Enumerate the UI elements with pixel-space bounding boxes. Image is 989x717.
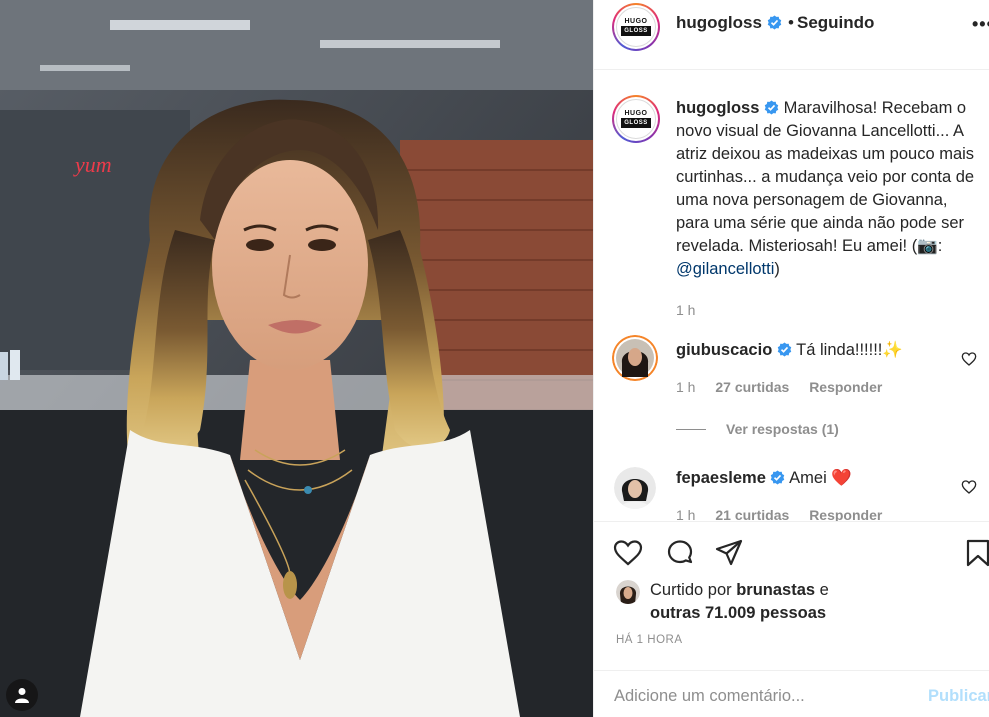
post-photo[interactable]: yum — [0, 0, 593, 717]
caption-text-end: ) — [774, 260, 780, 278]
likes-middle: e — [815, 581, 829, 599]
reply-button[interactable]: Responder — [809, 507, 882, 521]
hugo-gloss-logo: HUGO GLOSS — [616, 7, 656, 47]
caption-username[interactable]: hugogloss — [676, 99, 759, 117]
post-actions: Curtido por brunastas e outras 71.009 pe… — [594, 521, 989, 717]
following-button[interactable]: Seguindo — [797, 13, 874, 33]
comment-likes-count[interactable]: 21 curtidas — [715, 507, 789, 521]
user-tag-icon — [15, 688, 29, 703]
post-timestamp[interactable]: HÁ 1 HORA — [616, 634, 683, 646]
liker-photo — [616, 580, 640, 604]
commenter-photo — [614, 467, 656, 509]
view-replies-button[interactable]: Ver respostas (1) — [676, 421, 839, 437]
replies-divider — [676, 428, 706, 430]
commenter-photo — [612, 335, 658, 381]
hugo-gloss-logo-small: HUGO GLOSS — [616, 99, 656, 139]
caption-mention-link[interactable]: @gilancellotti — [676, 260, 774, 278]
bookmark-icon[interactable] — [964, 537, 989, 569]
comment-icon[interactable] — [664, 537, 696, 569]
more-options-button[interactable]: ••• — [972, 14, 989, 35]
comments-list[interactable]: HUGO GLOSS hugogloss Maravilhosa! Receba… — [594, 71, 989, 521]
commenter-avatar[interactable] — [614, 467, 656, 509]
liker-username[interactable]: brunastas — [736, 581, 815, 599]
post-caption: hugogloss Maravilhosa! Recebam o novo vi… — [676, 97, 976, 322]
heart-icon[interactable] — [612, 537, 644, 569]
verified-icon — [771, 470, 785, 485]
author-username: hugogloss — [676, 13, 762, 32]
view-replies-label: Ver respostas (1) — [726, 421, 839, 437]
like-comment-heart-icon[interactable] — [961, 479, 977, 495]
commenter-avatar[interactable] — [612, 335, 658, 381]
post-image: yum — [0, 0, 593, 717]
liker-avatar[interactable] — [616, 580, 640, 604]
separator-dot: • — [788, 13, 794, 32]
comment-text: Amei ❤️ — [789, 469, 852, 487]
comment-input[interactable] — [614, 683, 904, 709]
comment-username[interactable]: fepaesleme — [676, 469, 766, 487]
comment-meta: 1 h 21 curtidas Responder — [676, 507, 882, 521]
verified-icon — [777, 342, 792, 357]
author-username-link[interactable]: hugogloss — [676, 13, 782, 33]
share-icon[interactable] — [713, 537, 745, 569]
likes-prefix: Curtido por — [650, 581, 737, 599]
comment-time[interactable]: 1 h — [676, 379, 695, 395]
comment-item: giubuscacio Tá linda!!!!!!✨ — [676, 341, 903, 360]
like-comment-heart-icon[interactable] — [961, 351, 977, 367]
verified-icon — [767, 15, 781, 30]
reply-button[interactable]: Responder — [809, 379, 882, 395]
caption-avatar[interactable]: HUGO GLOSS — [612, 95, 660, 143]
likes-others-link[interactable]: outras 71.009 pessoas — [650, 604, 826, 622]
verified-icon — [764, 100, 779, 115]
comment-item: fepaesleme Amei ❤️ — [676, 469, 852, 488]
post-header: HUGO GLOSS hugogloss • Seguindo ••• — [594, 0, 989, 70]
comment-text: Tá linda!!!!!!✨ — [796, 341, 903, 359]
comment-meta: 1 h 27 curtidas Responder — [676, 379, 882, 395]
caption-text: Maravilhosa! Recebam o novo visual de Gi… — [676, 99, 975, 255]
publish-button[interactable]: Publicar — [928, 687, 989, 706]
comment-username[interactable]: giubuscacio — [676, 341, 772, 359]
comment-likes-count[interactable]: 27 curtidas — [715, 379, 789, 395]
add-comment-bar: Publicar — [594, 670, 989, 717]
caption-time[interactable]: 1 h — [676, 299, 976, 322]
comment-time[interactable]: 1 h — [676, 507, 695, 521]
likes-text: Curtido por brunastas e outras 71.009 pe… — [650, 579, 829, 625]
author-avatar[interactable]: HUGO GLOSS — [612, 3, 660, 51]
post-side-panel: HUGO GLOSS hugogloss • Seguindo ••• HUGO… — [593, 0, 989, 717]
user-tag-button[interactable] — [6, 679, 38, 711]
svg-text:yum: yum — [73, 152, 112, 177]
more-icon: ••• — [972, 14, 989, 34]
